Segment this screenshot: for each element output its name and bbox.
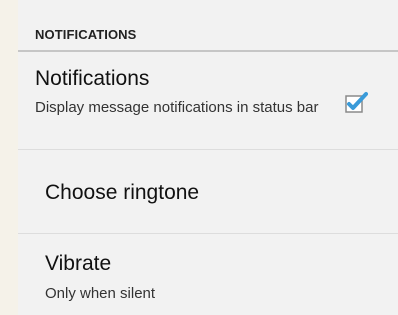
notifications-preference[interactable]: Notifications Display message notificati… [18,52,398,150]
checkmark-icon [345,92,368,113]
vibrate-summary: Only when silent [45,285,156,302]
notifications-title: Notifications [35,67,150,90]
vibrate-title: Vibrate [45,252,112,275]
choose-ringtone-preference[interactable]: Choose ringtone [18,150,398,234]
notifications-checkbox[interactable] [344,90,368,114]
vibrate-preference[interactable]: Vibrate Only when silent [18,234,398,315]
choose-ringtone-title: Choose ringtone [45,181,200,204]
notifications-summary: Display message notifications in status … [35,99,319,116]
section-header-label: NOTIFICATIONS [35,27,137,42]
section-header: NOTIFICATIONS [18,0,398,52]
settings-panel: NOTIFICATIONS Notifications Display mess… [18,0,398,315]
